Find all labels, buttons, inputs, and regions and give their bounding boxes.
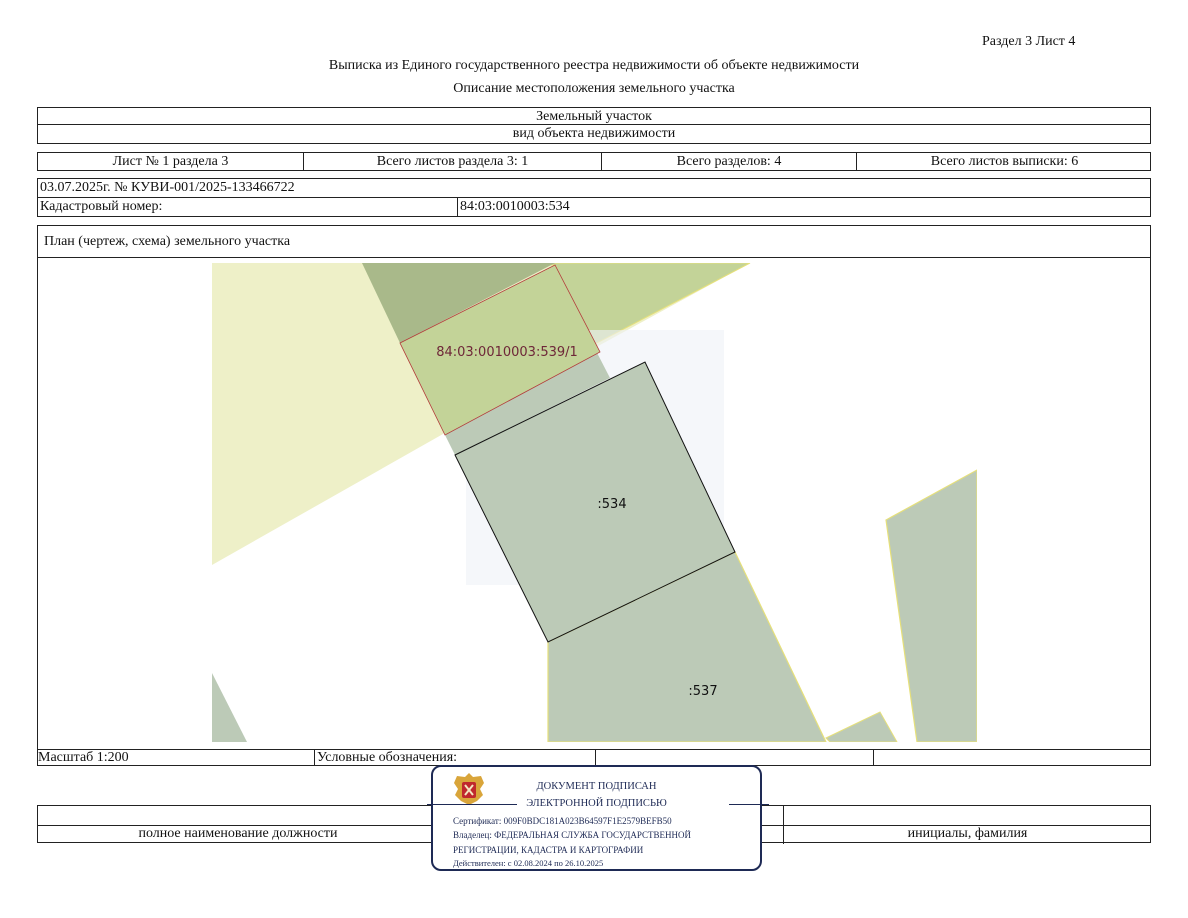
legend-symbols-label: Условные обозначения: (314, 750, 595, 765)
e-signature-stamp: ДОКУМЕНТ ПОДПИСАН ЭЛЕКТРОННОЙ ПОДПИСЬЮ С… (427, 765, 769, 871)
parcel-534-label: :534 (597, 497, 626, 512)
legend-row: Масштаб 1:200 Условные обозначения: (37, 749, 1151, 766)
stamp-rule-right (729, 804, 769, 805)
legend-cell-empty-1 (595, 750, 873, 765)
position-caption: полное наименование должности (138, 826, 338, 841)
plan-bottom-right-parcel (825, 711, 898, 742)
stamp-certificate: Сертификат: 009F0BDC181A023B64597F1E2579… (453, 816, 672, 826)
legend-cell-empty-2 (873, 750, 1152, 765)
stamp-signed-line: ДОКУМЕНТ ПОДПИСАН (536, 781, 657, 792)
stamp-owner-line-2: РЕГИСТРАЦИИ, КАДАСТРА И КАРТОГРАФИИ (453, 845, 644, 855)
plan-right-parcel (885, 469, 977, 742)
stamp-validity: Действителен: с 02.08.2024 по 26.10.2025 (453, 858, 604, 868)
plan-bottom-left-parcel (212, 673, 247, 742)
parcel-537-label: :537 (688, 684, 717, 699)
stamp-rule-left (427, 804, 517, 805)
parcel-539-1-label: 84:03:0010003:539/1 (436, 345, 578, 360)
scale-label: Масштаб 1:200 (38, 750, 129, 765)
name-caption: инициалы, фамилия (907, 826, 1028, 841)
stamp-owner-line-1: Владелец: ФЕДЕРАЛЬНАЯ СЛУЖБА ГОСУДАРСТВЕ… (453, 830, 692, 840)
